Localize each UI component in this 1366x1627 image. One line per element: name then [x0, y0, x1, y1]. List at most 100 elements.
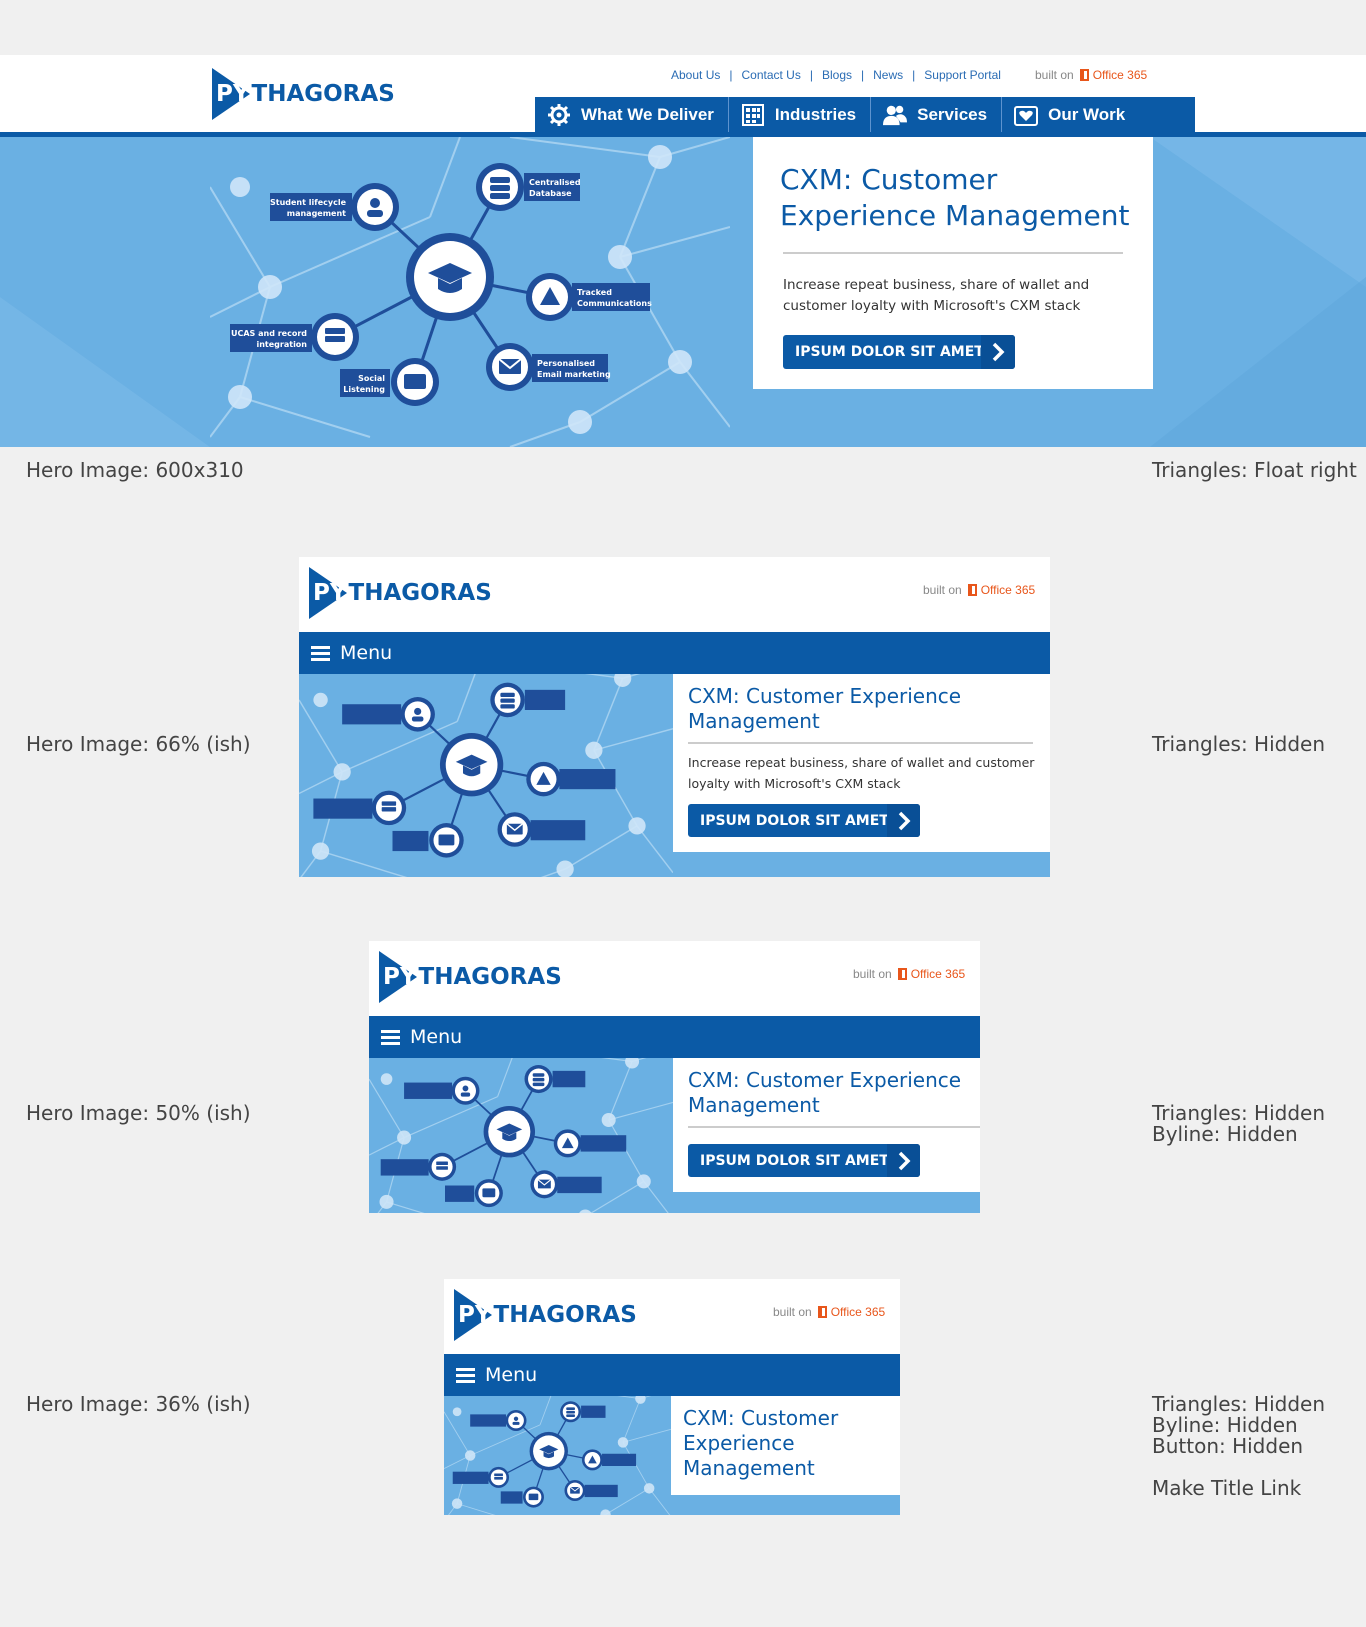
note-desktop-right: Triangles: Float right: [1152, 458, 1357, 482]
logo-text: THAGORAS: [418, 964, 562, 990]
built-on-text: built on: [853, 967, 892, 981]
hamburger-icon: [311, 643, 330, 664]
note-36-right-3: Button: Hidden: [1152, 1434, 1304, 1458]
divider: [688, 1126, 980, 1128]
note-50-right-1: Triangles: Hidden: [1152, 1101, 1326, 1125]
built-on-badge: built on Office 365: [923, 583, 1035, 597]
hero-50: CXM: Customer Experience Management IPSU…: [369, 1058, 980, 1213]
label-social-2: Listening: [343, 385, 385, 394]
gear-icon: [547, 103, 571, 127]
hero-byline: Increase repeat business, share of walle…: [688, 752, 1034, 794]
label-ucas-2: integration: [256, 340, 307, 349]
built-on-badge: built on Office 365: [773, 1305, 885, 1319]
logo[interactable]: PY THAGORAS: [212, 68, 395, 120]
built-on-text: built on: [1035, 68, 1074, 82]
cta-button[interactable]: IPSUM DOLOR SIT AMET: [688, 1144, 920, 1177]
divider: [783, 252, 1123, 254]
cta-button[interactable]: IPSUM DOLOR SIT AMET: [783, 335, 1015, 369]
hero-title-line: Experience: [683, 1431, 795, 1455]
logo[interactable]: PY THAGORAS: [379, 951, 562, 1003]
hero-desktop: Student lifecycle management Centralised…: [0, 137, 1366, 447]
hero-36: CXM: Customer Experience Management: [444, 1396, 900, 1515]
logo[interactable]: PY THAGORAS: [309, 567, 492, 619]
nav-industries[interactable]: Industries: [729, 97, 872, 133]
byline-line: Increase repeat business, share of walle…: [783, 277, 1090, 293]
logo-prefix: PY: [383, 964, 417, 990]
blogs-link[interactable]: Blogs: [822, 68, 852, 82]
separator: |: [729, 68, 733, 82]
nav-label: Industries: [774, 105, 857, 124]
office-icon: [967, 584, 977, 596]
news-link[interactable]: News: [873, 68, 903, 82]
built-on-badge: built on Office 365: [853, 967, 965, 981]
menu-bar[interactable]: Menu: [369, 1016, 980, 1058]
contact-us-link[interactable]: Contact Us: [741, 68, 800, 82]
chevron-right-icon: [981, 335, 1015, 369]
hero-title[interactable]: CXM: Customer Experience Management: [688, 1068, 961, 1118]
note-66-right: Triangles: Hidden: [1152, 732, 1326, 756]
hero-title[interactable]: CXM: Customer Experience Management: [688, 684, 961, 734]
hamburger-icon: [381, 1027, 400, 1048]
label-email-1: Personalised: [537, 359, 595, 368]
hero-title-line: Management: [683, 1456, 815, 1480]
label-ucas-1: UCAS and record: [231, 329, 307, 338]
built-on-text: built on: [773, 1305, 812, 1319]
logo-text: THAGORAS: [251, 81, 395, 107]
note-36-right-1: Triangles: Hidden: [1152, 1392, 1326, 1416]
hero-panel: CXM: Customer Experience Management Incr…: [753, 137, 1153, 389]
built-on-text: built on: [923, 583, 962, 597]
hero-panel: CXM: Customer Experience Management: [671, 1396, 900, 1495]
cta-label: IPSUM DOLOR SIT AMET: [700, 1152, 889, 1169]
hero-diagram: Student lifecycle management Centralised…: [210, 137, 730, 447]
nav-services[interactable]: Services: [871, 97, 1003, 133]
hero-title[interactable]: CXM: Customer Experience Management: [780, 162, 1130, 234]
mockup-66: PY THAGORAS built on Office 365 Menu CXM…: [299, 557, 1050, 877]
label-social-1: Social: [358, 374, 385, 383]
hero-title-line: CXM: Customer: [683, 1406, 839, 1430]
menu-label: Menu: [340, 642, 393, 664]
note-50-left: Hero Image: 50% (ish): [26, 1101, 251, 1125]
label-db-2: Database: [529, 189, 572, 198]
chevron-right-icon: [887, 1144, 920, 1177]
hero-title-line: Experience Management: [780, 199, 1130, 232]
hero-diagram: [299, 674, 673, 877]
label-email-2: Email marketing: [537, 370, 611, 379]
office-365-text: Office 365: [910, 967, 966, 981]
heart-icon: [1014, 103, 1039, 127]
cta-label: IPSUM DOLOR SIT AMET: [700, 812, 889, 829]
hero-title-line: CXM: Customer: [780, 163, 998, 196]
label-student-2: management: [287, 209, 346, 218]
logo[interactable]: PY THAGORAS: [454, 1289, 637, 1341]
menu-label: Menu: [485, 1364, 538, 1386]
office-365-text: Office 365: [1092, 68, 1148, 82]
support-portal-link[interactable]: Support Portal: [924, 68, 1001, 82]
grid-icon: [741, 103, 765, 127]
note-66-left: Hero Image: 66% (ish): [26, 732, 251, 756]
label-tracked-2: Communications: [577, 299, 652, 308]
about-us-link[interactable]: About Us: [671, 68, 720, 82]
hero-title-line: CXM: Customer Experience: [688, 1068, 962, 1092]
office-365-text: Office 365: [830, 1305, 886, 1319]
hero-title-line: Management: [688, 709, 820, 733]
logo-prefix: PY: [216, 81, 250, 107]
built-on-badge: built on Office 365: [1035, 68, 1147, 82]
label-student-1: Student lifecycle: [270, 198, 347, 207]
note-36-left: Hero Image: 36% (ish): [26, 1392, 251, 1416]
menu-bar[interactable]: Menu: [299, 632, 1050, 674]
byline-line: Increase repeat business, share of walle…: [688, 755, 1035, 770]
nav-what-we-deliver[interactable]: What We Deliver: [535, 97, 729, 133]
menu-bar[interactable]: Menu: [444, 1354, 900, 1396]
nav-label: Services: [917, 105, 988, 124]
logo-text: THAGORAS: [348, 580, 492, 606]
chevron-right-icon: [887, 804, 920, 837]
hero-diagram: [444, 1396, 671, 1515]
hero-title-link[interactable]: CXM: Customer Experience Management: [683, 1406, 838, 1481]
nav-our-work[interactable]: Our Work: [1002, 97, 1139, 133]
label-tracked-1: Tracked: [577, 288, 612, 297]
hero-panel: CXM: Customer Experience Management IPSU…: [673, 1058, 980, 1192]
office-icon: [897, 968, 907, 980]
hero-title-line: CXM: Customer Experience: [688, 684, 962, 708]
hero-66: CXM: Customer Experience Management Incr…: [299, 674, 1050, 877]
cta-button[interactable]: IPSUM DOLOR SIT AMET: [688, 804, 920, 837]
separator: |: [809, 68, 813, 82]
